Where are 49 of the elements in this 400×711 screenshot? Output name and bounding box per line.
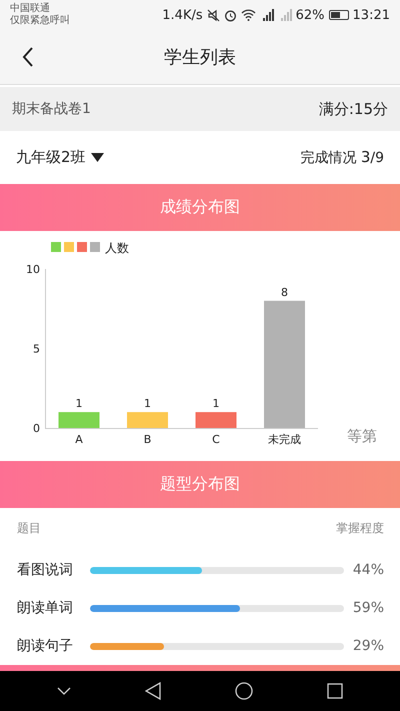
category-label: 未完成 [268, 433, 301, 446]
question-type-label: 看图说词 [17, 561, 74, 579]
legend-swatch [51, 242, 61, 252]
chart-bar [58, 412, 100, 428]
axis-tick-label: 0 [33, 422, 40, 435]
column-header: 题目 [17, 520, 41, 537]
bar-value-label: 8 [281, 286, 288, 299]
section-header: 成绩分布图 [0, 184, 400, 231]
category-label: B [144, 433, 152, 446]
category-label: C [212, 433, 220, 446]
battery-percent: 62% [296, 8, 325, 22]
bar-value-label: 1 [76, 397, 82, 410]
recent-apps-icon[interactable] [327, 683, 343, 699]
chevron-down-icon[interactable] [57, 687, 71, 695]
axis-tick-label: 10 [26, 263, 40, 276]
legend-swatch [64, 242, 74, 252]
mastery-percent: 29% [352, 638, 384, 654]
column-header: 掌握程度 [336, 520, 384, 537]
class-dropdown[interactable]: 九年级2班 [16, 148, 104, 167]
chart-bar [127, 412, 168, 428]
legend-swatch [90, 242, 100, 252]
bar-value-label: 1 [144, 397, 151, 410]
legend-label: 人数 [105, 241, 129, 255]
carrier-name: 中国联通 [10, 3, 51, 14]
axis-title: 等第 [347, 427, 377, 445]
alarm-icon [224, 8, 237, 22]
section-header: 题型分布图 [0, 461, 400, 508]
legend-swatch [77, 242, 87, 252]
mute-icon [206, 8, 220, 22]
page-title: 学生列表 [164, 46, 236, 69]
caret-icon [90, 153, 104, 162]
category-label: A [75, 433, 83, 446]
axis-tick-label: 5 [33, 342, 40, 356]
full-score: 满分:15分 [318, 100, 388, 118]
clock-time: 13:21 [352, 8, 390, 22]
wifi-icon [240, 9, 256, 21]
carrier-note: 仅限紧急呼叫 [10, 15, 70, 27]
completion-status: 完成情况 3/9 [300, 148, 384, 167]
question-type-label: 朗读句子 [17, 637, 74, 655]
question-type-label: 朗读单词 [17, 599, 74, 617]
bar-value-label: 1 [212, 397, 220, 410]
network-speed: 1.4K/s [162, 8, 203, 22]
chart-bar [196, 412, 236, 428]
back-icon[interactable] [22, 47, 34, 67]
mastery-percent: 59% [352, 600, 384, 616]
mastery-percent: 44% [352, 562, 384, 578]
exam-name: 期末备战卷1 [12, 100, 91, 118]
home-icon[interactable] [235, 682, 253, 700]
battery-icon [328, 10, 349, 20]
